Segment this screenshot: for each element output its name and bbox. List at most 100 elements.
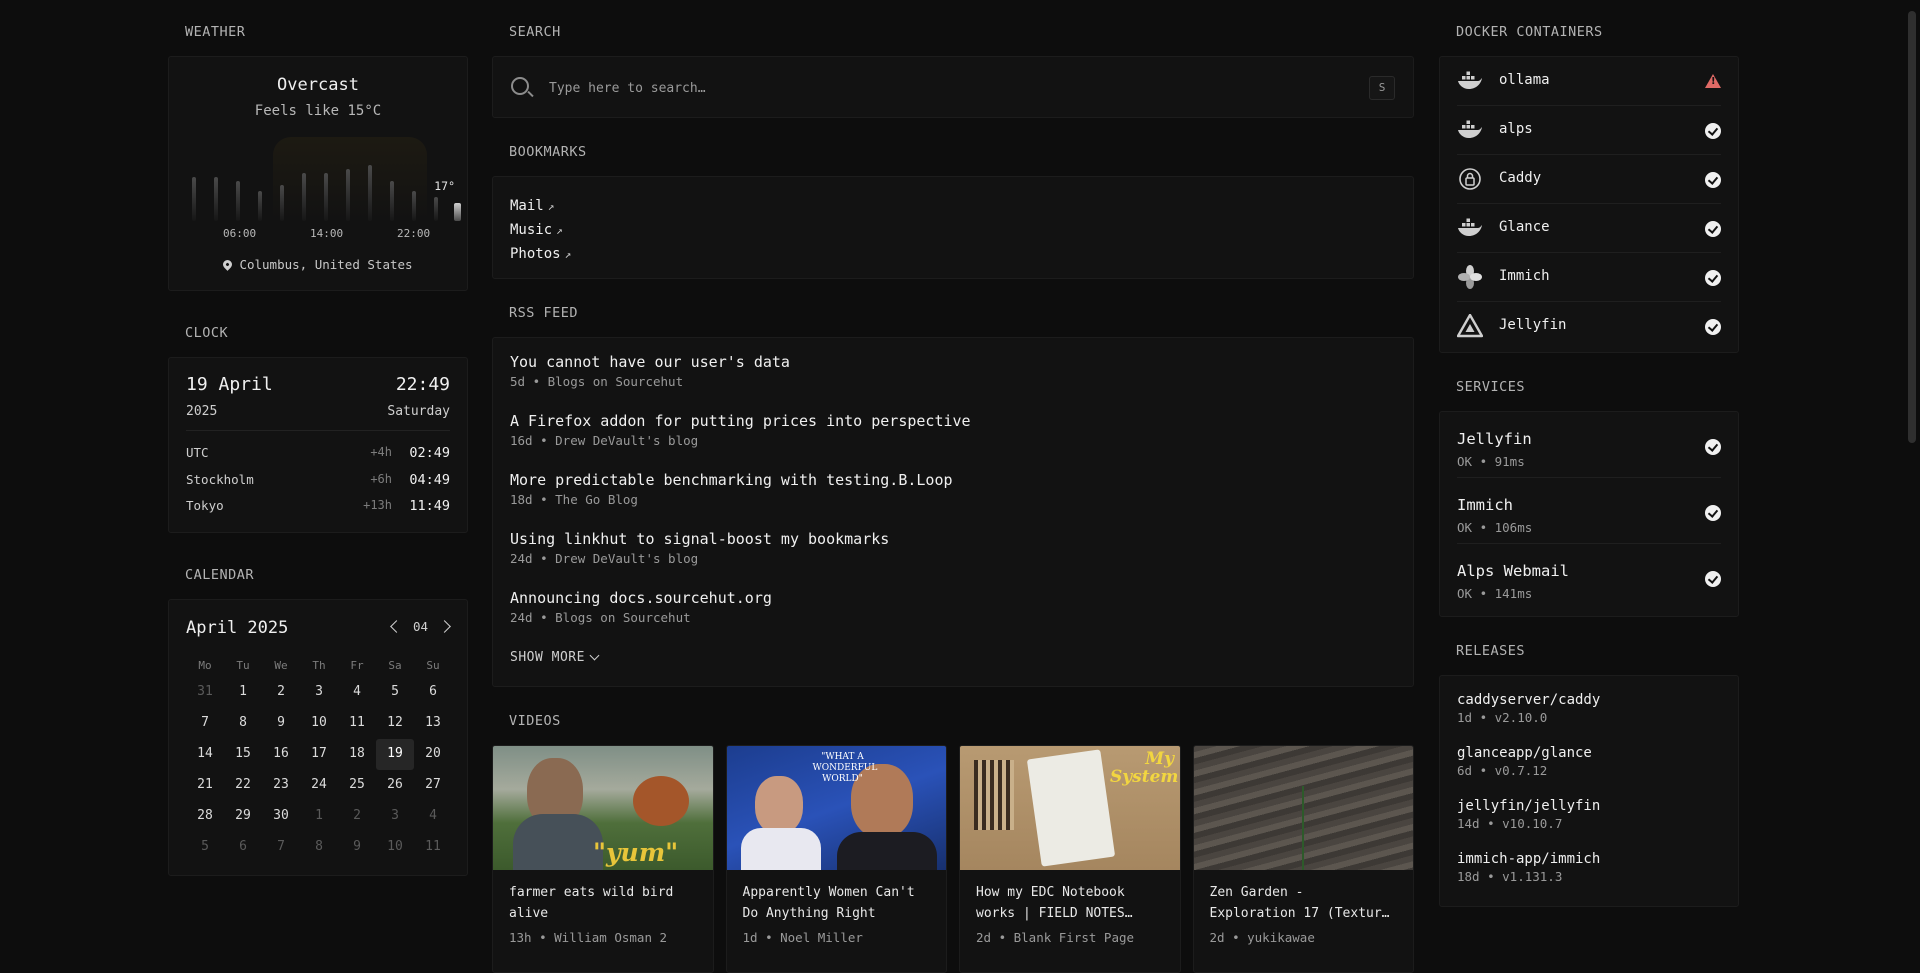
rss-header: RSS FEED <box>509 305 579 321</box>
video-thumbnail[interactable]: My System <box>960 746 1180 870</box>
rss-item-title[interactable]: A Firefox addon for putting prices into … <box>510 412 971 430</box>
timezone-name: Stockholm <box>186 472 254 487</box>
timezone-row: Tokyo +13h 11:49 <box>186 498 450 518</box>
video-title[interactable]: Zen Garden - Exploration 17 (Textur… <box>1194 870 1414 924</box>
calendar-day: 8 <box>315 839 323 854</box>
bookmark-photos[interactable]: Photos ↗ <box>510 242 1396 266</box>
video-thumbnail[interactable] <box>1193 746 1413 870</box>
video-card[interactable]: "WHAT A WONDERFUL WORLD" Apparently Wome… <box>725 745 947 973</box>
video-card[interactable]: "yum" farmer eats wild bird alive 13h • … <box>492 745 714 973</box>
check-circle-icon <box>1705 505 1721 521</box>
service-name: Alps Webmail <box>1457 562 1569 580</box>
search-header: SEARCH <box>509 24 561 40</box>
weather-hour-bar <box>390 181 394 221</box>
check-circle-icon <box>1705 270 1721 286</box>
calendar-grid: Mo Tu We Th Fr Sa Su 31 1 2 3 4 5 6 7 8 9 10 11 12 13 14 15 16 1… <box>186 655 452 863</box>
calendar-weekday: Sa <box>388 659 402 672</box>
video-thumbnail[interactable]: "WHAT A WONDERFUL WORLD" <box>726 746 946 870</box>
rss-item-title[interactable]: Announcing docs.sourcehut.org <box>510 589 772 607</box>
calendar-day: 7 <box>277 839 285 854</box>
weather-hour-bar <box>214 177 218 221</box>
thumbnail-pens-shape <box>974 760 1014 830</box>
bookmark-music[interactable]: Music ↗ <box>510 218 1396 242</box>
show-more-button[interactable]: SHOW MORE <box>510 650 600 665</box>
video-title[interactable]: How my EDC Notebook works | FIELD NOTES… <box>960 870 1180 924</box>
release-repo-link[interactable]: caddyserver/caddy <box>1457 692 1600 708</box>
calendar-month: April 2025 <box>186 618 289 638</box>
clock-widget: 19 April 2025 22:49 Saturday UTC +4h 02:… <box>168 357 468 533</box>
timezone-time: 02:49 <box>409 445 450 461</box>
search-input[interactable] <box>547 75 1331 101</box>
right-column: DOCKER CONTAINERS ollama alps Caddy Glan… <box>1439 0 1739 907</box>
calendar-day: 5 <box>391 684 399 699</box>
timezone-row: UTC +4h 02:49 <box>186 445 450 465</box>
timezone-row: Stockholm +6h 04:49 <box>186 472 450 492</box>
clock-weekday: Saturday <box>387 404 450 419</box>
video-card[interactable]: My System How my EDC Notebook works | FI… <box>959 745 1181 973</box>
release-repo-link[interactable]: immich-app/immich <box>1457 851 1600 867</box>
calendar-day: 7 <box>201 715 209 730</box>
video-meta: 2d • Blank First Page <box>976 930 1135 945</box>
release-item: jellyfin/jellyfin 14d • v10.10.7 <box>1457 796 1721 849</box>
service-row[interactable]: Alps Webmail OK • 141ms <box>1457 544 1721 609</box>
docker-widget: ollama alps Caddy Glance Immich Jellyfin <box>1439 56 1739 353</box>
calendar-day: 12 <box>387 715 403 730</box>
timezone-name: Tokyo <box>186 498 224 513</box>
rss-item-title[interactable]: You cannot have our user's data <box>510 353 790 371</box>
docker-container-row[interactable]: Glance <box>1457 204 1721 253</box>
calendar-day: 10 <box>311 715 327 730</box>
calendar-day-today: 19 <box>376 739 414 770</box>
calendar-day: 11 <box>425 839 441 854</box>
calendar-weekday: Su <box>426 659 440 672</box>
weather-location-text: Columbus, United States <box>239 257 413 272</box>
video-title[interactable]: farmer eats wild bird alive <box>493 870 713 924</box>
release-repo-link[interactable]: jellyfin/jellyfin <box>1457 798 1600 814</box>
service-row[interactable]: Immich OK • 106ms <box>1457 478 1721 544</box>
page-scrollbar[interactable] <box>1903 0 1920 958</box>
weather-hour-bar <box>192 177 196 221</box>
calendar-day: 16 <box>273 746 289 761</box>
thumbnail-face-shape <box>754 776 803 834</box>
docker-container-row[interactable]: ollama <box>1457 57 1721 106</box>
weather-hour-bar <box>412 191 416 221</box>
chevron-left-icon[interactable] <box>390 620 403 633</box>
release-meta: 6d • v0.7.12 <box>1457 763 1548 778</box>
video-card[interactable]: Zen Garden - Exploration 17 (Textur… 2d … <box>1192 745 1414 973</box>
video-title[interactable]: Apparently Women Can't Do Anything Right <box>727 870 947 924</box>
calendar-header: CALENDAR <box>185 567 255 583</box>
docker-container-row[interactable]: Jellyfin <box>1457 302 1721 350</box>
calendar-day: 8 <box>239 715 247 730</box>
rss-item: Using linkhut to signal-boost my bookmar… <box>510 529 1396 588</box>
calendar-day: 2 <box>277 684 285 699</box>
search-widget: S <box>492 56 1414 118</box>
scrollbar-thumb[interactable] <box>1908 11 1916 443</box>
chevron-right-icon[interactable] <box>438 620 451 633</box>
service-row[interactable]: Jellyfin OK • 91ms <box>1457 412 1721 478</box>
calendar-day: 31 <box>197 684 213 699</box>
video-thumbnail[interactable]: "yum" <box>493 746 713 870</box>
calendar-day: 22 <box>235 777 251 792</box>
bookmark-mail[interactable]: Mail ↗ <box>510 194 1396 218</box>
calendar-day: 2 <box>353 808 361 823</box>
rss-item-title[interactable]: More predictable benchmarking with testi… <box>510 471 953 489</box>
calendar-day: 9 <box>277 715 285 730</box>
thumbnail-caption: My System <box>1110 749 1179 787</box>
thumbnail-caption: "WHAT A WONDERFUL WORLD" <box>812 752 878 784</box>
weather-condition: Overcast <box>277 75 359 95</box>
weather-chart: 17° 06:00 14:00 22:00 <box>189 137 461 240</box>
calendar-weekday: Th <box>312 659 326 672</box>
video-meta: 13h • William Osman 2 <box>509 930 668 945</box>
calendar-day: 25 <box>349 777 365 792</box>
docker-container-row[interactable]: alps <box>1457 106 1721 155</box>
rss-item-meta: 24d • Blogs on Sourcehut <box>510 610 691 625</box>
weather-feels-like: Feels like 15°C <box>254 103 382 119</box>
calendar-day: 17 <box>311 746 327 761</box>
docker-container-row[interactable]: Immich <box>1457 253 1721 302</box>
video-meta: 1d • Noel Miller <box>742 930 863 945</box>
docker-container-row[interactable]: Caddy <box>1457 155 1721 204</box>
calendar-day: 3 <box>315 684 323 699</box>
calendar-day: 20 <box>425 746 441 761</box>
release-repo-link[interactable]: glanceapp/glance <box>1457 745 1592 761</box>
rss-item-title[interactable]: Using linkhut to signal-boost my bookmar… <box>510 530 889 548</box>
calendar-day: 23 <box>273 777 289 792</box>
